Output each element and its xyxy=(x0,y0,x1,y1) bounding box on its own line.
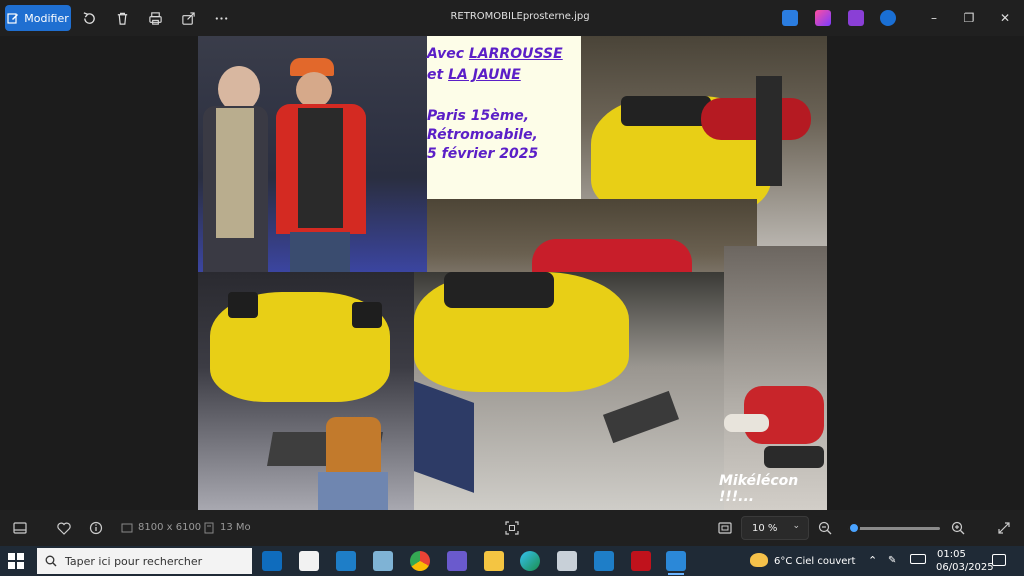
file-size-icon xyxy=(201,520,217,536)
acrobat-icon[interactable] xyxy=(631,551,651,571)
photo-collage[interactable]: Avec LARROUSSE et LA JAUNE Paris 15ème, … xyxy=(198,36,827,510)
edit-button-label: Modifier xyxy=(24,11,69,25)
app-icon-3[interactable] xyxy=(336,551,356,571)
notifications-icon[interactable] xyxy=(992,554,1006,566)
edge-icon[interactable] xyxy=(520,551,540,571)
photos-icon[interactable] xyxy=(666,551,686,571)
app-icon-4[interactable] xyxy=(373,551,393,571)
caption-line-5: 5 février 2025 xyxy=(427,146,539,162)
more-options-icon[interactable] xyxy=(212,9,230,27)
keyboard-icon[interactable] xyxy=(910,554,926,564)
edit-icon xyxy=(7,13,19,24)
photo-car-front xyxy=(198,272,414,510)
zoom-dropdown[interactable]: 10 % ⌄ xyxy=(741,516,809,540)
caption-name-larrousse: LARROUSSE xyxy=(468,46,563,62)
image-viewer: Avec LARROUSSE et LA JAUNE Paris 15ème, … xyxy=(0,36,1024,510)
close-icon[interactable]: ✕ xyxy=(995,8,1015,28)
photo-man-lying xyxy=(724,246,827,510)
copilot-icon[interactable] xyxy=(815,10,831,26)
caption-line-3: Paris 15ème, xyxy=(427,108,530,124)
active-app-indicator xyxy=(668,573,684,575)
print-icon[interactable] xyxy=(146,9,164,27)
app-icon-10[interactable] xyxy=(594,551,614,571)
caption-line-1: Avec LARROUSSE xyxy=(427,46,563,62)
delete-icon[interactable] xyxy=(113,9,131,27)
caption-line-2: et LA JAUNE xyxy=(427,67,521,83)
edit-button[interactable]: Modifier xyxy=(5,5,71,31)
chevron-up-icon[interactable]: ⌃ xyxy=(868,554,877,567)
chevron-down-icon: ⌄ xyxy=(792,521,800,531)
restore-icon[interactable]: ❐ xyxy=(959,8,979,28)
photo-people xyxy=(198,36,427,272)
onedrive-icon[interactable] xyxy=(880,10,896,26)
zoom-out-icon[interactable] xyxy=(817,520,833,536)
search-placeholder: Taper ici pour rechercher xyxy=(65,554,203,568)
filmstrip-icon[interactable] xyxy=(12,520,28,536)
store-icon[interactable] xyxy=(299,551,319,571)
file-name: RETROMOBILEprosterne.jpg xyxy=(450,11,590,22)
search-icon xyxy=(45,555,57,567)
caption-name-la-jaune: LA JAUNE xyxy=(448,67,521,83)
weather-icon[interactable] xyxy=(750,553,768,567)
file-explorer-icon[interactable] xyxy=(484,551,504,571)
favorite-icon[interactable] xyxy=(56,520,72,536)
status-bar: 8100 x 6100 13 Mo 10 % ⌄ xyxy=(0,510,1024,546)
clipchamp-icon[interactable] xyxy=(848,10,864,26)
photo-signature: Mikélécon !!!... xyxy=(719,473,799,505)
app-icon-9[interactable] xyxy=(557,551,577,571)
pen-icon[interactable]: ✎ xyxy=(888,555,896,566)
minimize-icon[interactable]: – xyxy=(924,8,944,28)
windows-start-icon[interactable] xyxy=(8,553,24,569)
file-size: 13 Mo xyxy=(220,522,251,533)
taskbar-search[interactable]: Taper ici pour rechercher xyxy=(37,548,252,574)
fullscreen-icon[interactable] xyxy=(996,520,1012,536)
outlook-icon[interactable] xyxy=(262,551,282,571)
app-icon-6[interactable] xyxy=(447,551,467,571)
clock-time[interactable]: 01:05 xyxy=(937,549,966,560)
zoom-value: 10 % xyxy=(752,522,778,534)
caption-line-4: Rétromoabile, xyxy=(427,127,538,143)
zoom-slider-track[interactable] xyxy=(848,527,940,530)
image-dimensions: 8100 x 6100 xyxy=(138,522,202,533)
info-icon[interactable] xyxy=(88,520,104,536)
weather-text[interactable]: 6°C Ciel couvert xyxy=(774,556,855,567)
designer-icon[interactable] xyxy=(782,10,798,26)
zoom-in-icon[interactable] xyxy=(950,520,966,536)
chrome-icon[interactable] xyxy=(410,551,430,571)
top-toolbar: Modifier RETROMOBILEprosterne.jpg – ❐ ✕ xyxy=(0,0,1024,36)
share-icon[interactable] xyxy=(179,9,197,27)
select-region-icon[interactable] xyxy=(504,520,520,536)
photo-car-main xyxy=(414,272,724,510)
fit-to-window-icon[interactable] xyxy=(717,520,733,536)
clock-date[interactable]: 06/03/2025 xyxy=(936,562,994,573)
rotate-icon[interactable] xyxy=(80,9,98,27)
taskbar: Taper ici pour rechercher 6°C Ciel couve… xyxy=(0,546,1024,576)
resolution-icon xyxy=(119,520,135,536)
zoom-slider-thumb[interactable] xyxy=(847,522,860,534)
